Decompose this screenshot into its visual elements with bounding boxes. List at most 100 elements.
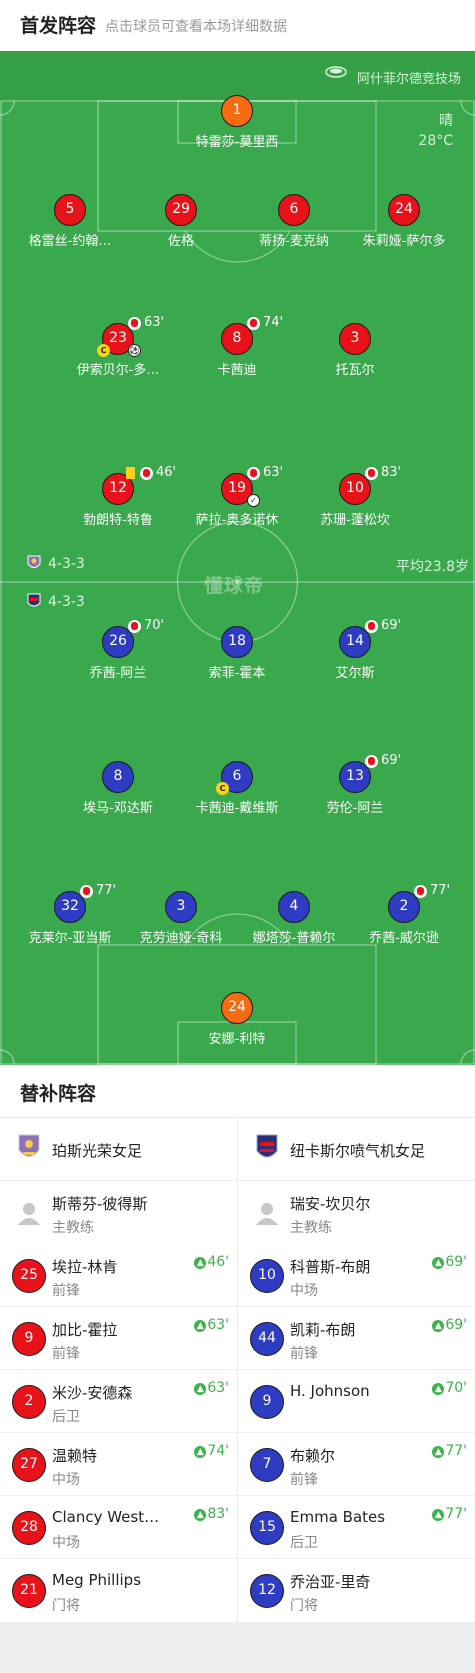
away-player[interactable]: 18 索菲-霍本: [177, 626, 297, 688]
home-player[interactable]: 19 63' ✓ 萨拉-奥多诺休: [177, 465, 297, 535]
coach-avatar-icon: [256, 1203, 278, 1225]
pitch: 阿什菲尔德竞技场 晴 28°C 懂球帝 4-3-3 平均23.8岁 4-3-3 …: [0, 51, 475, 1065]
sub-player-row[interactable]: 21 Meg Phillips 门将: [0, 1559, 237, 1622]
yellow-card-icon: [126, 467, 135, 479]
player-number: 27: [12, 1448, 46, 1482]
home-player[interactable]: 29 佐格: [121, 194, 241, 256]
player-position: 前锋: [52, 1346, 80, 1362]
player-name: 伊索贝尔-多…: [76, 363, 160, 378]
away-player[interactable]: 6 C 卡茜迪-戴维斯: [177, 761, 297, 823]
player-number: 8: [102, 761, 134, 793]
lineup-subtitle: 点击球员可查看本场详细数据: [105, 19, 287, 35]
home-team-crest-icon: [18, 1134, 40, 1157]
away-team-crest-icon: [27, 593, 41, 607]
home-player[interactable]: 12 46' 勃朗特-特鲁: [58, 465, 178, 535]
sub-minute: 74': [263, 315, 284, 330]
home-player[interactable]: 3 托瓦尔: [295, 323, 415, 385]
player-name: 特雷莎-莫里西: [195, 135, 279, 150]
goal-icon: ⚽: [128, 344, 141, 357]
away-player[interactable]: 26 70' 乔茜-阿兰: [58, 618, 178, 688]
away-team-row[interactable]: 纽卡斯尔喷气机女足: [238, 1118, 475, 1181]
home-player[interactable]: 5 格雷丝-约翰…: [10, 194, 130, 256]
sub-player-row[interactable]: 7 布赖尔 前锋 ▲ 77': [238, 1433, 475, 1496]
player-name: 勃朗特-特鲁: [83, 513, 153, 528]
away-player[interactable]: 14 69' 艾尔斯: [295, 618, 415, 688]
sub-minute: 77': [96, 883, 117, 898]
player-number: 21: [12, 1574, 46, 1608]
coach-row[interactable]: 瑞安-坎贝尔 主教练: [238, 1181, 475, 1244]
player-name: 安娜-利特: [208, 1032, 266, 1047]
player-position: 中场: [52, 1472, 80, 1488]
away-subs-column: 纽卡斯尔喷气机女足 瑞安-坎贝尔 主教练 10 科普斯-布朗 中场 ▲ 69' 4…: [238, 1118, 475, 1622]
player-number: 10: [250, 1259, 284, 1293]
sub-in-minute: 63': [207, 1380, 229, 1396]
sub-player-row[interactable]: 28 Clancy West… 中场 ▲ 83': [0, 1496, 237, 1559]
player-number: 29: [165, 194, 197, 226]
sub-player-row[interactable]: 9 加比-霍拉 前锋 ▲ 63': [0, 1307, 237, 1370]
home-player[interactable]: 10 83' 苏珊-蓬松坎: [295, 465, 415, 535]
sub-minute: 69': [381, 753, 402, 768]
sub-in-minute: 77': [445, 1443, 467, 1459]
player-number: 6: [278, 194, 310, 226]
sub-in-indicator: ▲ 77': [432, 1506, 467, 1522]
sub-in-minute: 77': [445, 1506, 467, 1522]
sub-in-indicator: ▲ 69': [432, 1317, 467, 1333]
sub-in-arrow-icon: ▲: [432, 1383, 445, 1395]
home-player[interactable]: 24 朱莉娅-萨尔多: [344, 194, 464, 256]
subs-header: 替补阵容: [0, 1065, 475, 1118]
sub-player-row[interactable]: 15 Emma Bates 后卫 ▲ 77': [238, 1496, 475, 1559]
home-player[interactable]: 1 特雷莎-莫里西: [177, 95, 297, 157]
team-name: 纽卡斯尔喷气机女足: [290, 1142, 426, 1160]
sub-player-row[interactable]: 2 米沙-安德森 后卫 ▲ 63': [0, 1370, 237, 1433]
player-number: 15: [250, 1511, 284, 1545]
sub-player-row[interactable]: 12 乔治亚-里奇 门将: [238, 1559, 475, 1622]
away-player[interactable]: 4 娜塔莎-普赖尔: [234, 891, 354, 953]
player-name: 卡茜迪-戴维斯: [195, 801, 279, 816]
sub-in-indicator: ▲ 63': [194, 1317, 229, 1333]
player-position: 门将: [52, 1598, 80, 1614]
player-position: 后卫: [52, 1409, 80, 1425]
substitution-out-icon: [140, 467, 153, 480]
sub-player-row[interactable]: 27 温赖特 中场 ▲ 74': [0, 1433, 237, 1496]
player-position: 门将: [290, 1598, 318, 1614]
player-name: 乔茜-阿兰: [89, 666, 147, 681]
player-name: 凯莉-布朗: [290, 1321, 356, 1339]
sub-in-arrow-icon: ▲: [432, 1509, 445, 1521]
sub-player-row[interactable]: 44 凯莉-布朗 前锋 ▲ 69': [238, 1307, 475, 1370]
sub-in-indicator: ▲ 70': [432, 1380, 467, 1396]
player-name: 乔治亚-里奇: [290, 1573, 371, 1591]
substitution-out-icon: [365, 467, 378, 480]
player-name: 劳伦-阿兰: [326, 801, 384, 816]
sub-minute: 69': [381, 618, 402, 633]
sub-in-indicator: ▲ 83': [194, 1506, 229, 1522]
captain-badge: C: [216, 782, 229, 795]
substitution-out-icon: [247, 467, 260, 480]
sub-in-minute: 70': [445, 1380, 467, 1396]
away-player[interactable]: 13 69' 劳伦-阿兰: [295, 753, 415, 823]
home-player[interactable]: 8 74' 卡茜迪: [177, 315, 297, 385]
away-player[interactable]: 3 克劳迪娅-奇科: [121, 891, 241, 953]
sub-player-row[interactable]: 9 H. Johnson ▲ 70': [238, 1370, 475, 1433]
home-player[interactable]: 23 63' C ⚽ 伊索贝尔-多…: [58, 315, 178, 385]
coach-row[interactable]: 斯蒂芬-彼得斯 主教练: [0, 1181, 237, 1244]
player-number: 4: [278, 891, 310, 923]
player-number: 24: [221, 992, 253, 1024]
away-player[interactable]: 32 77' 克莱尔-亚当斯: [10, 883, 130, 953]
stadium-icon: [325, 66, 347, 78]
coach-role: 主教练: [290, 1220, 332, 1236]
player-name: 克劳迪娅-奇科: [139, 931, 223, 946]
sub-in-indicator: ▲ 74': [194, 1443, 229, 1459]
sub-in-minute: 63': [207, 1317, 229, 1333]
player-number: 18: [221, 626, 253, 658]
sub-player-row[interactable]: 25 埃拉-林肯 前锋 ▲ 46': [0, 1244, 237, 1307]
home-team-row[interactable]: 珀斯光荣女足: [0, 1118, 237, 1181]
away-player[interactable]: 24 安娜-利特: [177, 992, 297, 1054]
coach-name: 斯蒂芬-彼得斯: [52, 1195, 148, 1213]
home-player[interactable]: 6 蒂扬-麦克纳: [234, 194, 354, 256]
away-player[interactable]: 8 埃马-邓达斯: [58, 761, 178, 823]
sub-player-row[interactable]: 10 科普斯-布朗 中场 ▲ 69': [238, 1244, 475, 1307]
player-number: 9: [250, 1385, 284, 1419]
substitution-out-icon: [365, 620, 378, 633]
away-player[interactable]: 2 77' 乔茜-威尔逊: [344, 883, 464, 953]
sub-in-minute: 83': [207, 1506, 229, 1522]
